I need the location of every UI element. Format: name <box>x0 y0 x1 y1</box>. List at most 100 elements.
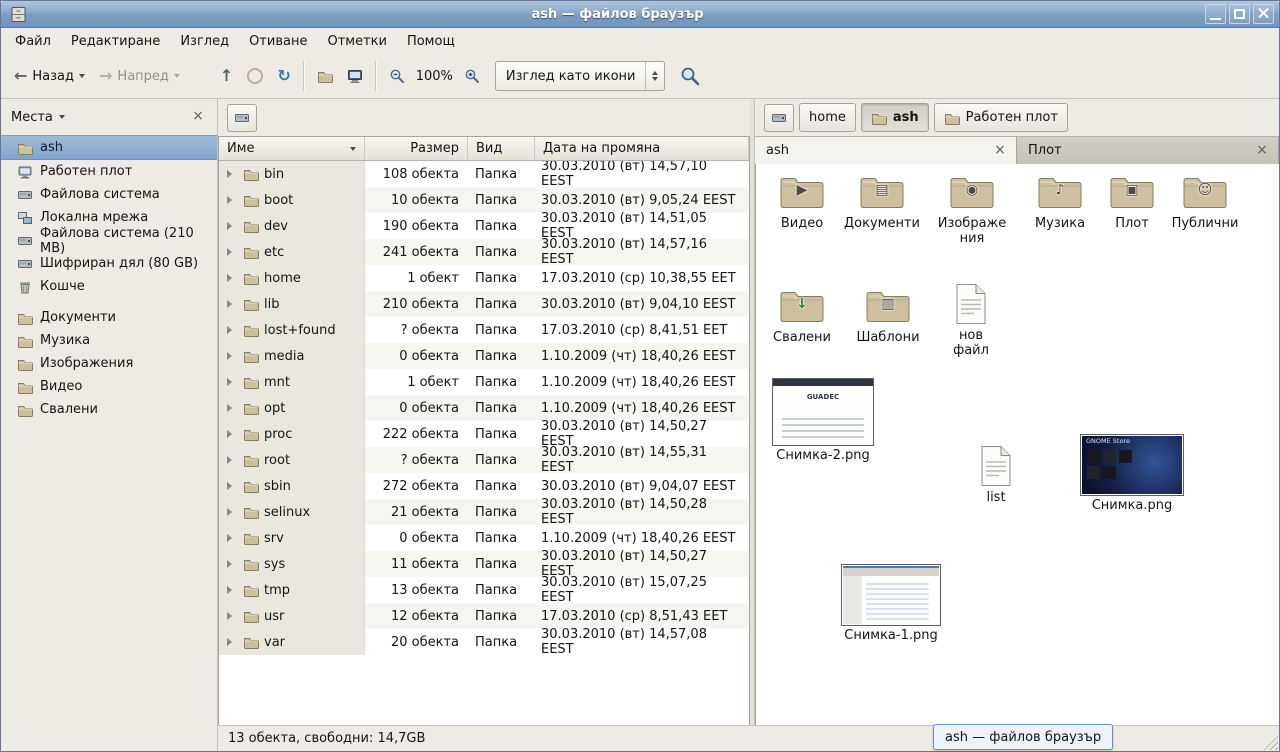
computer-button[interactable] <box>340 62 370 90</box>
table-row[interactable]: dev190 обектаПапка30.03.2010 (вт) 14,51,… <box>219 213 749 239</box>
expander-icon[interactable] <box>227 404 237 412</box>
tab[interactable]: ash× <box>755 137 1017 164</box>
expander-icon[interactable] <box>227 430 237 438</box>
tab-close-button[interactable]: × <box>991 142 1009 160</box>
tab[interactable]: Плот× <box>1017 137 1279 164</box>
icon-item[interactable]: ☺Публични <box>1168 170 1242 231</box>
table-row[interactable]: boot10 обектаПапка30.03.2010 (вт) 9,05,2… <box>219 187 749 213</box>
zoom-in-button[interactable] <box>457 62 487 90</box>
table-row[interactable]: lib210 обектаПапка30.03.2010 (вт) 9,04,1… <box>219 291 749 317</box>
column-header[interactable]: Дата на промяна <box>535 137 749 160</box>
sidebar-item[interactable]: Кошче <box>1 275 217 298</box>
expander-icon[interactable] <box>227 482 237 490</box>
expander-icon[interactable] <box>227 300 237 308</box>
expander-icon[interactable] <box>227 326 237 334</box>
table-row[interactable]: root? обектаПапка30.03.2010 (вт) 14,55,3… <box>219 447 749 473</box>
expander-icon[interactable] <box>227 586 237 594</box>
sidebar-close-button[interactable]: × <box>189 108 207 126</box>
close-button[interactable] <box>1253 4 1274 24</box>
expander-icon[interactable] <box>227 508 237 516</box>
icon-item[interactable]: ▤Документи <box>842 170 922 231</box>
icon-item[interactable]: ◉Изображения <box>936 170 1008 247</box>
column-header[interactable]: Име <box>219 137 365 160</box>
menu-item[interactable]: Изглед <box>170 30 239 53</box>
zoom-out-button[interactable] <box>382 62 412 90</box>
taskbar-window-button[interactable]: ash — файлов браузър <box>933 724 1113 750</box>
expander-icon[interactable] <box>227 456 237 464</box>
table-row[interactable]: usr12 обектаПапка17.03.2010 (ср) 8,51,43… <box>219 603 749 629</box>
table-row[interactable]: media0 обектаПапка1.10.2009 (чт) 18,40,2… <box>219 343 749 369</box>
table-row[interactable]: opt0 обектаПапка1.10.2009 (чт) 18,40,26 … <box>219 395 749 421</box>
icon-item[interactable]: нов файл <box>940 282 1002 359</box>
icon-view[interactable]: ▶Видео▤Документи◉Изображения ♪Музика▣Плот… <box>755 164 1279 725</box>
table-row[interactable]: tmp13 обектаПапка30.03.2010 (вт) 15,07,2… <box>219 577 749 603</box>
column-header[interactable]: Вид <box>468 137 535 160</box>
icon-item[interactable]: ▥Шаблони <box>854 284 922 345</box>
icon-item[interactable]: Снимка-1.png <box>838 564 944 643</box>
sidebar-item[interactable]: Изображения <box>1 352 217 375</box>
menu-item[interactable]: Отиване <box>239 30 317 53</box>
breadcrumb-button[interactable]: home <box>799 103 856 132</box>
home-button[interactable] <box>310 62 340 90</box>
table-row[interactable]: bin108 обектаПапка30.03.2010 (вт) 14,57,… <box>219 161 749 187</box>
sidebar-item[interactable]: ash <box>1 135 217 160</box>
table-row[interactable]: sys11 обектаПапка30.03.2010 (вт) 14,50,2… <box>219 551 749 577</box>
icon-item[interactable]: ▣Плот <box>1104 170 1160 231</box>
maximize-button[interactable] <box>1229 4 1250 24</box>
expander-icon[interactable] <box>227 534 237 542</box>
up-button[interactable]: ↑ <box>213 62 240 90</box>
expander-icon[interactable] <box>227 638 237 646</box>
sidebar-item[interactable]: Шифриран дял (80 GB) <box>1 252 217 275</box>
table-row[interactable]: mnt1 обектПапка1.10.2009 (чт) 18,40,26 E… <box>219 369 749 395</box>
forward-button[interactable]: → Напред <box>92 62 187 90</box>
sidebar-item[interactable]: Файлова система <box>1 183 217 206</box>
table-row[interactable]: proc222 обектаПапка30.03.2010 (вт) 14,50… <box>219 421 749 447</box>
icon-item[interactable]: ♪Музика <box>1028 170 1092 231</box>
breadcrumb-button[interactable]: Работен плот <box>934 103 1068 132</box>
breadcrumb-button[interactable]: ash <box>861 103 929 132</box>
table-row[interactable]: selinux21 обектаПапка30.03.2010 (вт) 14,… <box>219 499 749 525</box>
expander-icon[interactable] <box>227 196 237 204</box>
stop-button[interactable] <box>240 62 270 90</box>
menu-item[interactable]: Редактиране <box>61 30 170 53</box>
minimize-button[interactable] <box>1205 4 1226 24</box>
back-button[interactable]: ← Назад <box>7 62 92 90</box>
sidebar-item[interactable]: Файлова система (210 MB) <box>1 229 217 252</box>
resize-grip[interactable] <box>1263 735 1278 750</box>
expander-icon[interactable] <box>227 222 237 230</box>
icon-item[interactable]: ↓Свалени <box>770 284 834 345</box>
sidebar-mode-arrow-icon[interactable] <box>59 115 65 119</box>
sidebar-item[interactable]: Работен плот <box>1 160 217 183</box>
sidebar-item[interactable]: Музика <box>1 329 217 352</box>
root-location-button[interactable] <box>227 104 257 132</box>
sidebar-item[interactable]: Видео <box>1 375 217 398</box>
view-mode-select[interactable]: Изглед като икони <box>495 61 666 91</box>
sidebar-title[interactable]: Места <box>11 110 53 125</box>
table-row[interactable]: home1 обектПапка17.03.2010 (ср) 10,38,55… <box>219 265 749 291</box>
filesystem-button[interactable] <box>764 104 794 132</box>
table-row[interactable]: etc241 обектаПапка30.03.2010 (вт) 14,57,… <box>219 239 749 265</box>
icon-item[interactable]: ▶Видео <box>770 170 834 231</box>
expander-icon[interactable] <box>227 170 237 178</box>
column-header[interactable]: Размер <box>365 137 468 160</box>
reload-button[interactable]: ↻ <box>270 62 297 90</box>
menu-item[interactable]: Помощ <box>397 30 465 53</box>
menu-item[interactable]: Файл <box>5 30 61 53</box>
icon-item[interactable]: GUADECСнимка-2.png <box>770 378 876 463</box>
search-button[interactable] <box>673 60 707 92</box>
title-bar[interactable]: ash — файлов браузър <box>1 1 1279 28</box>
table-row[interactable]: sbin272 обектаПапка30.03.2010 (вт) 9,04,… <box>219 473 749 499</box>
sidebar-item[interactable]: Свалени <box>1 398 217 421</box>
expander-icon[interactable] <box>227 274 237 282</box>
icon-item[interactable]: GNOME StoreСнимка.png <box>1078 434 1186 513</box>
sidebar-item[interactable]: Документи <box>1 306 217 329</box>
expander-icon[interactable] <box>227 560 237 568</box>
menu-item[interactable]: Отметки <box>317 30 396 53</box>
table-row[interactable]: srv0 обектаПапка1.10.2009 (чт) 18,40,26 … <box>219 525 749 551</box>
table-row[interactable]: var20 обектаПапка30.03.2010 (вт) 14,57,0… <box>219 629 749 655</box>
icon-item[interactable]: list <box>968 444 1024 505</box>
table-row[interactable]: lost+found? обектаПапка17.03.2010 (ср) 8… <box>219 317 749 343</box>
expander-icon[interactable] <box>227 248 237 256</box>
expander-icon[interactable] <box>227 352 237 360</box>
tab-close-button[interactable]: × <box>1253 142 1271 160</box>
